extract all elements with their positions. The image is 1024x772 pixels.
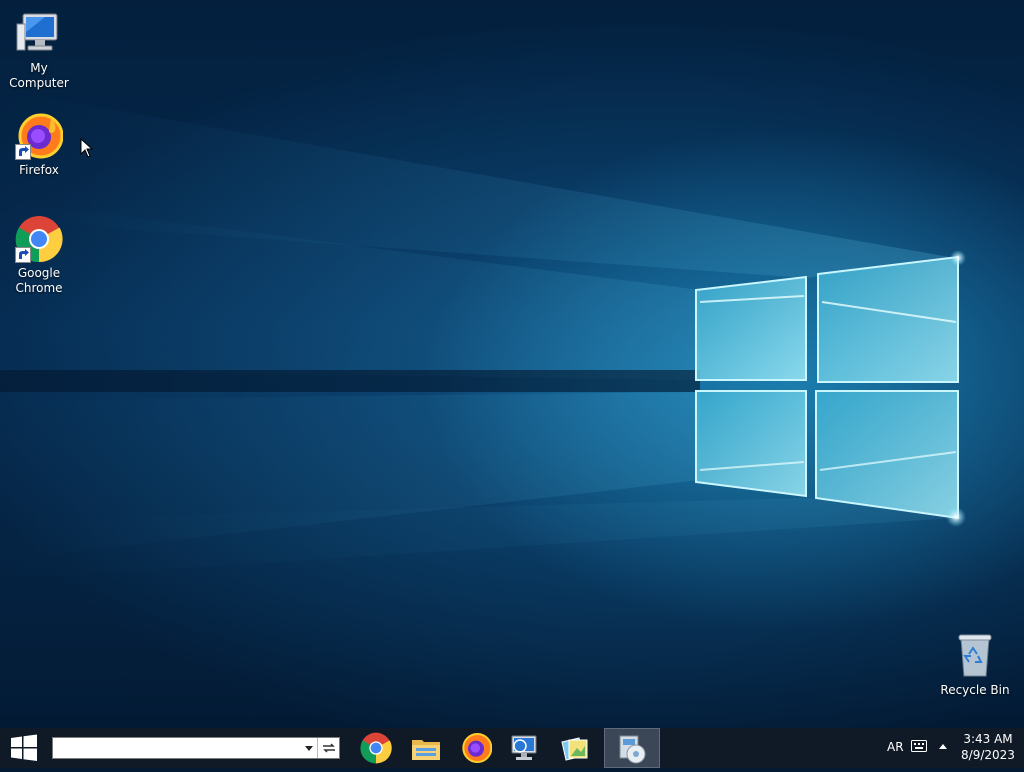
chrome-icon (360, 732, 392, 764)
taskbar-app-photos[interactable] (551, 728, 599, 768)
firefox-icon (462, 733, 492, 763)
desktop-icon-google-chrome[interactable]: Google Chrome (0, 215, 78, 296)
mouse-cursor-icon (80, 138, 94, 158)
chrome-icon (15, 215, 63, 263)
taskbar-app-network-computer[interactable] (500, 728, 548, 768)
search-go-button[interactable] (317, 738, 340, 758)
desktop-icon-recycle-bin[interactable]: Recycle Bin (936, 632, 1014, 698)
chevron-down-icon (305, 746, 313, 751)
start-button[interactable] (0, 728, 48, 768)
chevron-up-icon[interactable] (938, 742, 948, 752)
desktop-icon-label: Google Chrome (15, 266, 63, 295)
recycle-bin-icon (951, 632, 999, 680)
photos-icon (561, 737, 588, 761)
taskbar-app-media-installer[interactable] (604, 728, 660, 768)
desktop-icon-firefox[interactable]: Firefox (0, 112, 78, 178)
desktop-icon-my-computer[interactable]: My Computer (0, 10, 78, 91)
clock[interactable]: 3:43 AM 8/9/2023 (958, 731, 1018, 763)
taskbar: AR 3:43 AM 8/9/2023 (0, 728, 1024, 768)
windows-logo-wallpaper (0, 90, 966, 580)
taskbar-app-file-explorer[interactable] (402, 728, 450, 768)
address-search-box[interactable] (52, 737, 340, 759)
file-explorer-icon (412, 740, 440, 760)
desktop-icon-label: My Computer (9, 61, 69, 90)
search-input[interactable] (55, 739, 303, 757)
desktop-icon-label: Recycle Bin (940, 683, 1010, 697)
windows-logo-icon (11, 734, 37, 761)
shortcut-arrow-icon (15, 247, 31, 263)
taskbar-app-firefox[interactable] (452, 728, 500, 768)
desktop-icon-label: Firefox (19, 163, 59, 177)
taskbar-app-chrome[interactable] (352, 728, 400, 768)
clock-time: 3:43 AM (963, 732, 1013, 746)
firefox-icon (15, 112, 64, 160)
computer-icon (15, 10, 63, 58)
language-indicator[interactable]: AR (887, 740, 904, 754)
clock-date: 8/9/2023 (961, 748, 1015, 762)
search-dropdown-button[interactable] (301, 738, 317, 758)
shortcut-arrow-icon (15, 144, 31, 160)
desktop[interactable]: My Computer Firefox Google Chrome Recycl… (0, 0, 1024, 728)
media-installer-icon (619, 735, 646, 764)
network-computer-icon (511, 735, 537, 760)
keyboard-icon[interactable] (911, 740, 927, 752)
refresh-arrows-icon (323, 743, 335, 753)
